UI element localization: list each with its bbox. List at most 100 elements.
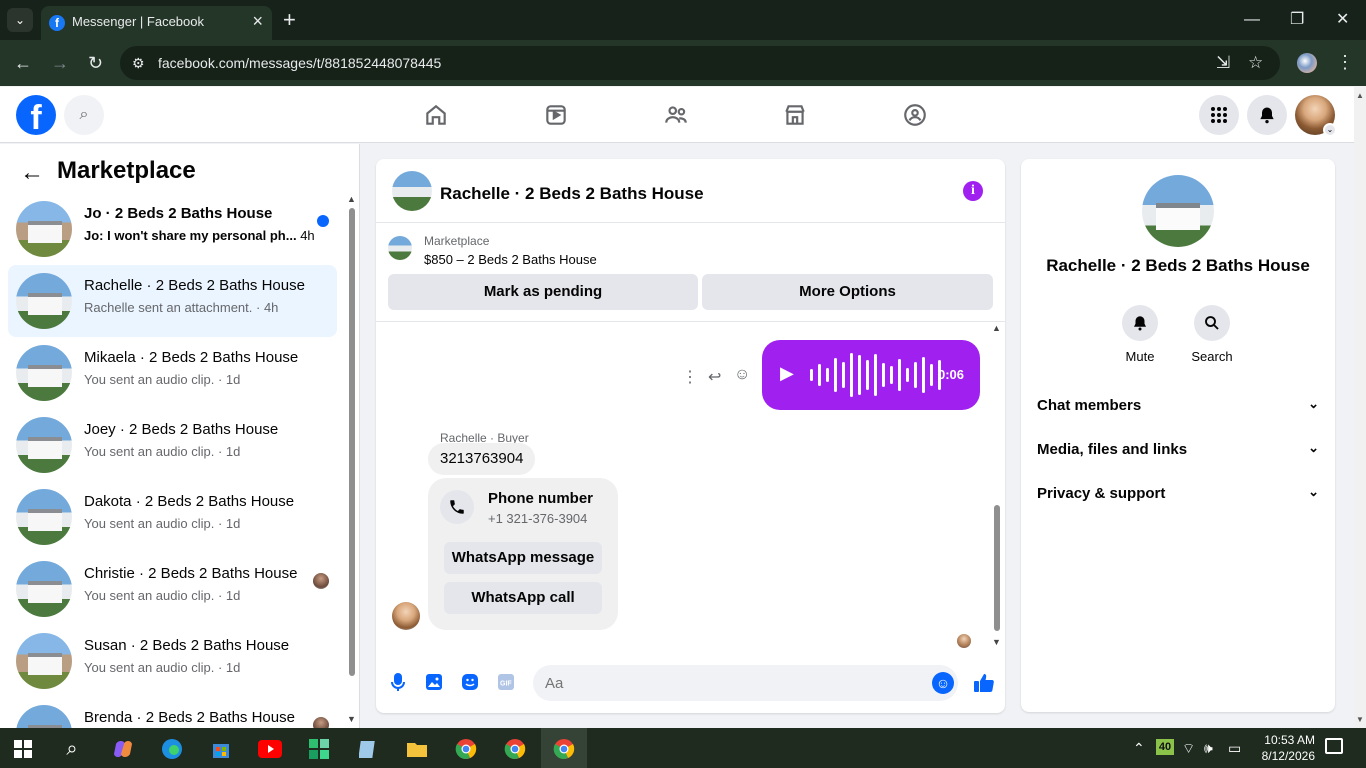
scroll-up-icon[interactable]: ▲ [347, 194, 356, 204]
conversation-row[interactable]: Christie · 2 Beds 2 Baths House You sent … [8, 553, 337, 625]
system-clock[interactable]: 10:53 AM 8/12/2026 [1245, 732, 1315, 764]
mark-pending-button[interactable]: Mark as pending [388, 274, 698, 310]
whatsapp-message-button[interactable]: WhatsApp message [444, 542, 602, 574]
marketplace-icon[interactable] [775, 95, 815, 135]
chat-title[interactable]: Rachelle · 2 Beds 2 Baths House [440, 184, 704, 204]
sender-avatar[interactable] [392, 602, 420, 630]
bookmark-star-icon[interactable]: ☆ [1248, 53, 1263, 73]
browser-forward-icon[interactable]: → [51, 53, 69, 73]
window-close-icon[interactable]: ✕ [1336, 10, 1349, 30]
tab-search-dropdown-icon[interactable]: ⌄ [7, 8, 33, 32]
whatsapp-call-button[interactable]: WhatsApp call [444, 582, 602, 614]
video-icon[interactable] [536, 95, 576, 135]
home-icon[interactable] [416, 95, 456, 135]
conversation-row[interactable]: Dakota · 2 Beds 2 Baths House You sent an… [8, 481, 337, 553]
microsoft-store-icon[interactable] [207, 735, 235, 763]
microphone-icon[interactable] [387, 671, 409, 693]
scroll-down-icon[interactable]: ▼ [992, 637, 1001, 647]
browser-back-icon[interactable]: ← [14, 53, 32, 73]
search-icon[interactable] [1194, 305, 1230, 341]
wifi-icon[interactable]: ⌔ [1182, 740, 1195, 758]
gif-icon[interactable]: GIF [495, 671, 517, 693]
back-arrow-icon[interactable]: ← [20, 159, 44, 187]
groups-icon[interactable] [895, 95, 935, 135]
window-minimize-icon[interactable]: — [1244, 10, 1260, 30]
sidebar-scrollbar[interactable]: ▲ ▼ [346, 194, 356, 724]
conversation-row[interactable]: Mikaela · 2 Beds 2 Baths House You sent a… [8, 337, 337, 409]
scroll-up-icon[interactable]: ▲ [1356, 91, 1364, 100]
chevron-down-icon[interactable]: ⌄ [1308, 440, 1319, 456]
scroll-up-icon[interactable]: ▲ [992, 323, 1001, 333]
conversation-row[interactable]: Brenda · 2 Beds 2 Baths House [8, 697, 337, 728]
mute-button[interactable]: Mute [1110, 305, 1170, 365]
chrome-profile-icon[interactable] [501, 735, 529, 763]
notepad-icon[interactable] [354, 735, 382, 763]
more-actions-icon[interactable]: ⋮ [682, 367, 698, 387]
account-chevron-icon[interactable]: ⌄ [1323, 123, 1337, 137]
listing-thumbnail[interactable] [388, 236, 412, 260]
chat-scrollbar[interactable]: ▲ ▼ [992, 323, 1002, 647]
more-options-button[interactable]: More Options [702, 274, 993, 310]
windows-start-icon[interactable] [9, 735, 37, 763]
mute-bell-icon[interactable] [1122, 305, 1158, 341]
privacy-support-section[interactable]: Privacy & support ⌄ [1037, 473, 1319, 513]
scroll-down-icon[interactable]: ▼ [1356, 715, 1364, 724]
photo-collage-icon[interactable] [305, 735, 333, 763]
browser-reload-icon[interactable]: ↻ [88, 53, 103, 73]
chat-members-section[interactable]: Chat members ⌄ [1037, 385, 1319, 425]
react-emoji-icon[interactable]: ☺ [734, 366, 750, 384]
chevron-down-icon[interactable]: ⌄ [1308, 484, 1319, 500]
photo-icon[interactable] [423, 671, 445, 693]
facebook-logo-icon[interactable]: f [16, 95, 56, 137]
chrome-icon[interactable] [452, 735, 480, 763]
listing-large-avatar[interactable] [1142, 175, 1214, 247]
notifications-bell-icon[interactable] [1247, 95, 1287, 135]
taskbar-search-icon[interactable]: ⌕ [58, 735, 86, 763]
browser-tab-messenger[interactable]: f Messenger | Facebook × [41, 6, 272, 40]
address-url[interactable]: facebook.com/messages/t/881852448078445 [158, 55, 441, 71]
youtube-icon[interactable] [256, 735, 284, 763]
sidebar-scroll-thumb[interactable] [349, 208, 355, 676]
conversation-row[interactable]: Susan · 2 Beds 2 Baths House You sent an … [8, 625, 337, 697]
battery-icon[interactable]: ▭ [1228, 740, 1241, 757]
file-explorer-icon[interactable] [403, 735, 431, 763]
phone-number-message[interactable]: 3213763904 [428, 443, 536, 475]
volume-icon[interactable]: 🕪 [1204, 740, 1213, 757]
facebook-search-icon[interactable]: ⌕ [64, 95, 104, 135]
sticker-icon[interactable] [459, 671, 481, 693]
chevron-down-icon[interactable]: ⌄ [1308, 396, 1319, 412]
chrome-active-icon[interactable] [550, 735, 578, 763]
window-restore-icon[interactable]: ❐ [1290, 10, 1304, 30]
emoji-icon[interactable]: ☺ [932, 672, 954, 694]
battery-badge[interactable]: 40 [1156, 739, 1174, 755]
conversation-row[interactable]: Rachelle · 2 Beds 2 Baths House Rachelle … [8, 265, 337, 337]
listing-title[interactable]: $850 – 2 Beds 2 Baths House [424, 252, 597, 267]
browser-menu-icon[interactable]: ⋮ [1336, 52, 1354, 73]
page-scrollbar[interactable]: ▲ ▼ [1354, 87, 1366, 728]
conversation-row[interactable]: Jo · 2 Beds 2 Baths House Jo: I won't sha… [8, 193, 337, 265]
audio-play-icon[interactable]: ▶ [780, 363, 794, 384]
tab-close-icon[interactable]: × [252, 11, 263, 32]
copilot-icon[interactable] [109, 735, 137, 763]
message-input[interactable] [533, 665, 958, 701]
chat-header-avatar[interactable] [392, 171, 432, 211]
address-bar[interactable]: ⚙ facebook.com/messages/t/88185244807844… [120, 46, 1280, 80]
search-conversation-button[interactable]: Search [1182, 305, 1242, 365]
conversation-info-icon[interactable]: i [963, 181, 983, 201]
edge-browser-icon[interactable] [158, 735, 186, 763]
install-app-icon[interactable]: ⇲ [1216, 53, 1230, 73]
thumbs-up-icon[interactable] [972, 671, 996, 695]
new-tab-plus-icon[interactable]: + [283, 8, 296, 32]
friends-icon[interactable] [656, 95, 696, 135]
site-settings-icon[interactable]: ⚙ [132, 55, 145, 72]
reply-icon[interactable]: ↩ [708, 367, 721, 387]
tray-expand-icon[interactable]: ⌃ [1133, 740, 1145, 757]
account-avatar[interactable]: ⌄ [1295, 95, 1337, 137]
menu-grid-icon[interactable] [1199, 95, 1239, 135]
audio-message-bubble[interactable]: ▶ 0:06 [762, 340, 980, 410]
media-files-links-section[interactable]: Media, files and links ⌄ [1037, 429, 1319, 469]
scroll-down-icon[interactable]: ▼ [347, 714, 356, 724]
notification-center-icon[interactable] [1325, 738, 1343, 754]
conversation-row[interactable]: Joey · 2 Beds 2 Baths House You sent an a… [8, 409, 337, 481]
chat-scroll-thumb[interactable] [994, 505, 1000, 631]
